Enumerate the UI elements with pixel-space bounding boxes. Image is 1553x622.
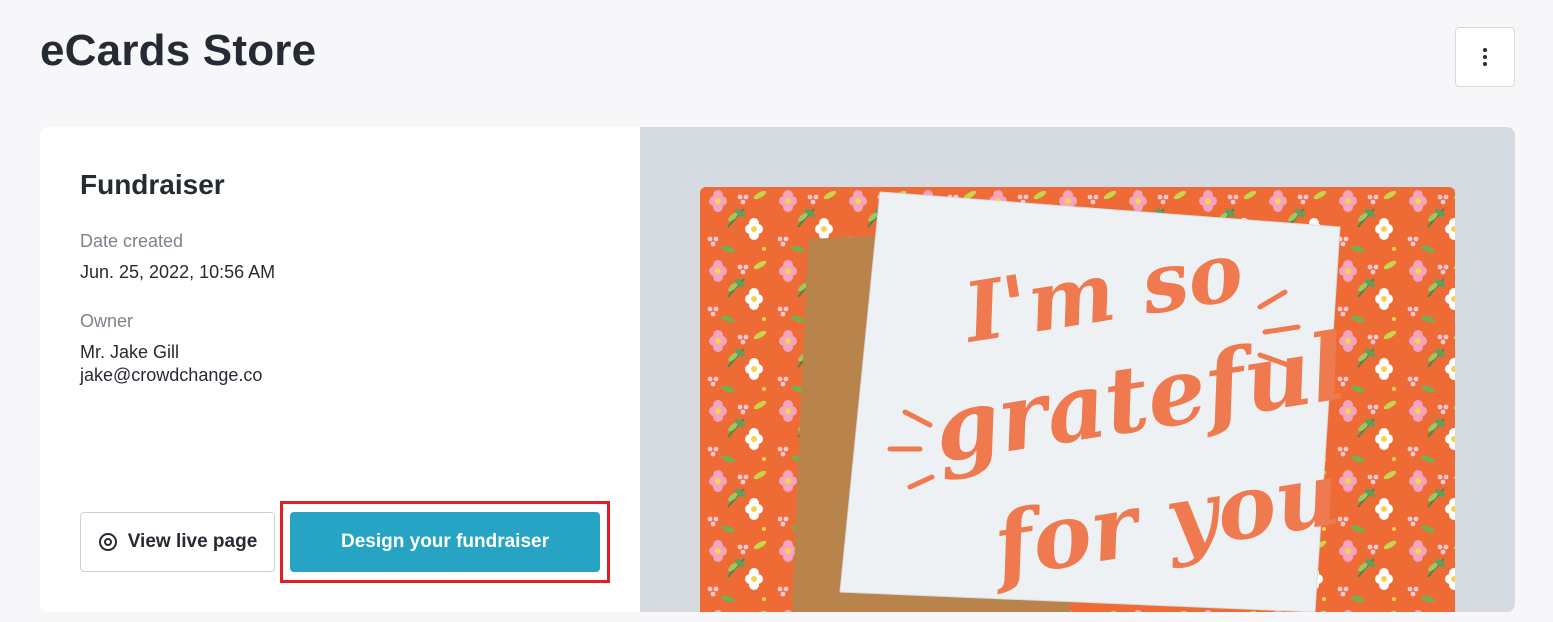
design-fundraiser-button[interactable]: Design your fundraiser bbox=[290, 512, 600, 572]
view-live-page-label: View live page bbox=[127, 531, 258, 552]
ecard-preview-image: I'm so grateful for you bbox=[700, 187, 1455, 612]
fundraiser-preview-panel: I'm so grateful for you bbox=[640, 127, 1515, 612]
fundraiser-card: Fundraiser Date created Jun. 25, 2022, 1… bbox=[40, 127, 1515, 612]
owner-name: Mr. Jake Gill bbox=[80, 342, 180, 362]
page-title: eCards Store bbox=[40, 26, 317, 75]
eye-icon bbox=[98, 533, 117, 551]
date-created-value: Jun. 25, 2022, 10:56 AM bbox=[80, 262, 276, 282]
fundraiser-title: Fundraiser bbox=[80, 169, 225, 200]
ecard-illustration: I'm so grateful for you bbox=[700, 187, 1455, 612]
owner-email: jake@crowdchange.co bbox=[80, 365, 263, 385]
date-created-label: Date created bbox=[80, 231, 184, 251]
view-live-page-button[interactable]: View live page bbox=[80, 512, 275, 572]
fundraiser-details: Fundraiser Date created Jun. 25, 2022, 1… bbox=[40, 127, 640, 612]
more-options-button[interactable] bbox=[1455, 27, 1515, 87]
owner-label: Owner bbox=[80, 311, 134, 331]
vertical-ellipsis-icon bbox=[1483, 48, 1487, 66]
design-fundraiser-label: Design your fundraiser bbox=[341, 531, 549, 552]
